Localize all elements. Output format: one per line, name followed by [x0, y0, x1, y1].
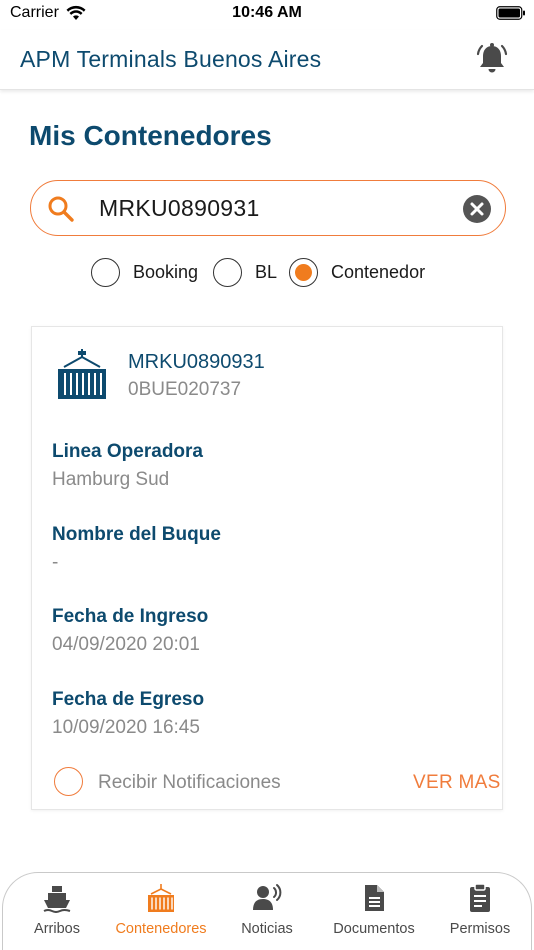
tab-bar: Arribos Contenedores Noticias Documentos… — [2, 872, 532, 950]
app-title: APM Terminals Buenos Aires — [20, 46, 322, 72]
field-value-linea: Hamburg Sud — [52, 469, 170, 490]
radio-label-booking: Booking — [133, 261, 199, 282]
tab-label-contenedores: Contenedores — [115, 921, 207, 937]
tab-documentos[interactable]: Documentos — [327, 873, 421, 950]
field-value-egreso: 10/09/2020 16:45 — [52, 717, 200, 738]
ship-icon — [43, 886, 71, 913]
tab-label-arribos: Arribos — [34, 921, 80, 937]
tab-permisos[interactable]: Permisos — [439, 873, 521, 950]
field-label-egreso: Fecha de Egreso — [52, 689, 205, 710]
radio-selected-dot — [295, 263, 312, 281]
tab-noticias[interactable]: Noticias — [225, 873, 309, 950]
radio-label-contenedor: Contenedor — [331, 261, 426, 282]
status-bar: Carrier 10:46 AM — [0, 0, 534, 28]
container-card: MRKU0890931 0BUE020737 Linea Operadora H… — [31, 326, 503, 810]
notifications-button[interactable] — [470, 39, 514, 79]
speaker-icon — [253, 884, 282, 910]
tab-arribos[interactable]: Arribos — [9, 873, 105, 950]
status-time: 10:46 AM — [232, 4, 302, 21]
radio-label-bl: BL — [255, 261, 278, 282]
container-number: MRKU0890931 — [128, 351, 265, 373]
clipboard-icon — [470, 883, 490, 912]
radio-circle — [213, 257, 242, 287]
search-box — [30, 180, 506, 236]
field-value-buque: - — [52, 552, 59, 573]
notifications-label: Recibir Notificaciones — [98, 772, 281, 793]
radio-contenedor[interactable]: Contenedor — [289, 256, 425, 288]
radio-booking[interactable]: Booking — [91, 256, 198, 288]
field-label-buque: Nombre del Buque — [52, 524, 221, 545]
field-label-ingreso: Fecha de Ingreso — [52, 606, 209, 627]
field-label-linea: Linea Operadora — [52, 441, 203, 462]
clear-icon[interactable] — [462, 194, 492, 224]
filter-radio-group: Booking BL Contenedor — [0, 256, 534, 288]
document-icon — [365, 885, 384, 911]
field-value-ingreso: 04/09/2020 20:01 — [52, 634, 200, 655]
battery-icon — [496, 6, 525, 20]
tab-label-noticias: Noticias — [241, 921, 293, 937]
notifications-radio[interactable] — [54, 767, 83, 796]
page-title: Mis Contenedores — [29, 120, 272, 151]
search-input[interactable] — [99, 191, 459, 225]
app-header: APM Terminals Buenos Aires — [0, 30, 534, 90]
tab-label-permisos: Permisos — [449, 921, 511, 937]
booking-number: 0BUE020737 — [128, 379, 242, 400]
radio-bl[interactable]: BL — [213, 256, 277, 288]
ver-mas-button[interactable]: VER MAS — [413, 772, 501, 794]
container-icon — [148, 884, 174, 912]
bell-ringing-icon — [476, 43, 508, 73]
radio-circle-selected — [289, 257, 318, 287]
tab-contenedores[interactable]: Contenedores — [111, 873, 211, 950]
search-icon — [48, 196, 74, 222]
tab-label-documentos: Documentos — [333, 921, 415, 937]
shipping-container-icon — [58, 349, 106, 399]
radio-circle — [91, 257, 120, 287]
